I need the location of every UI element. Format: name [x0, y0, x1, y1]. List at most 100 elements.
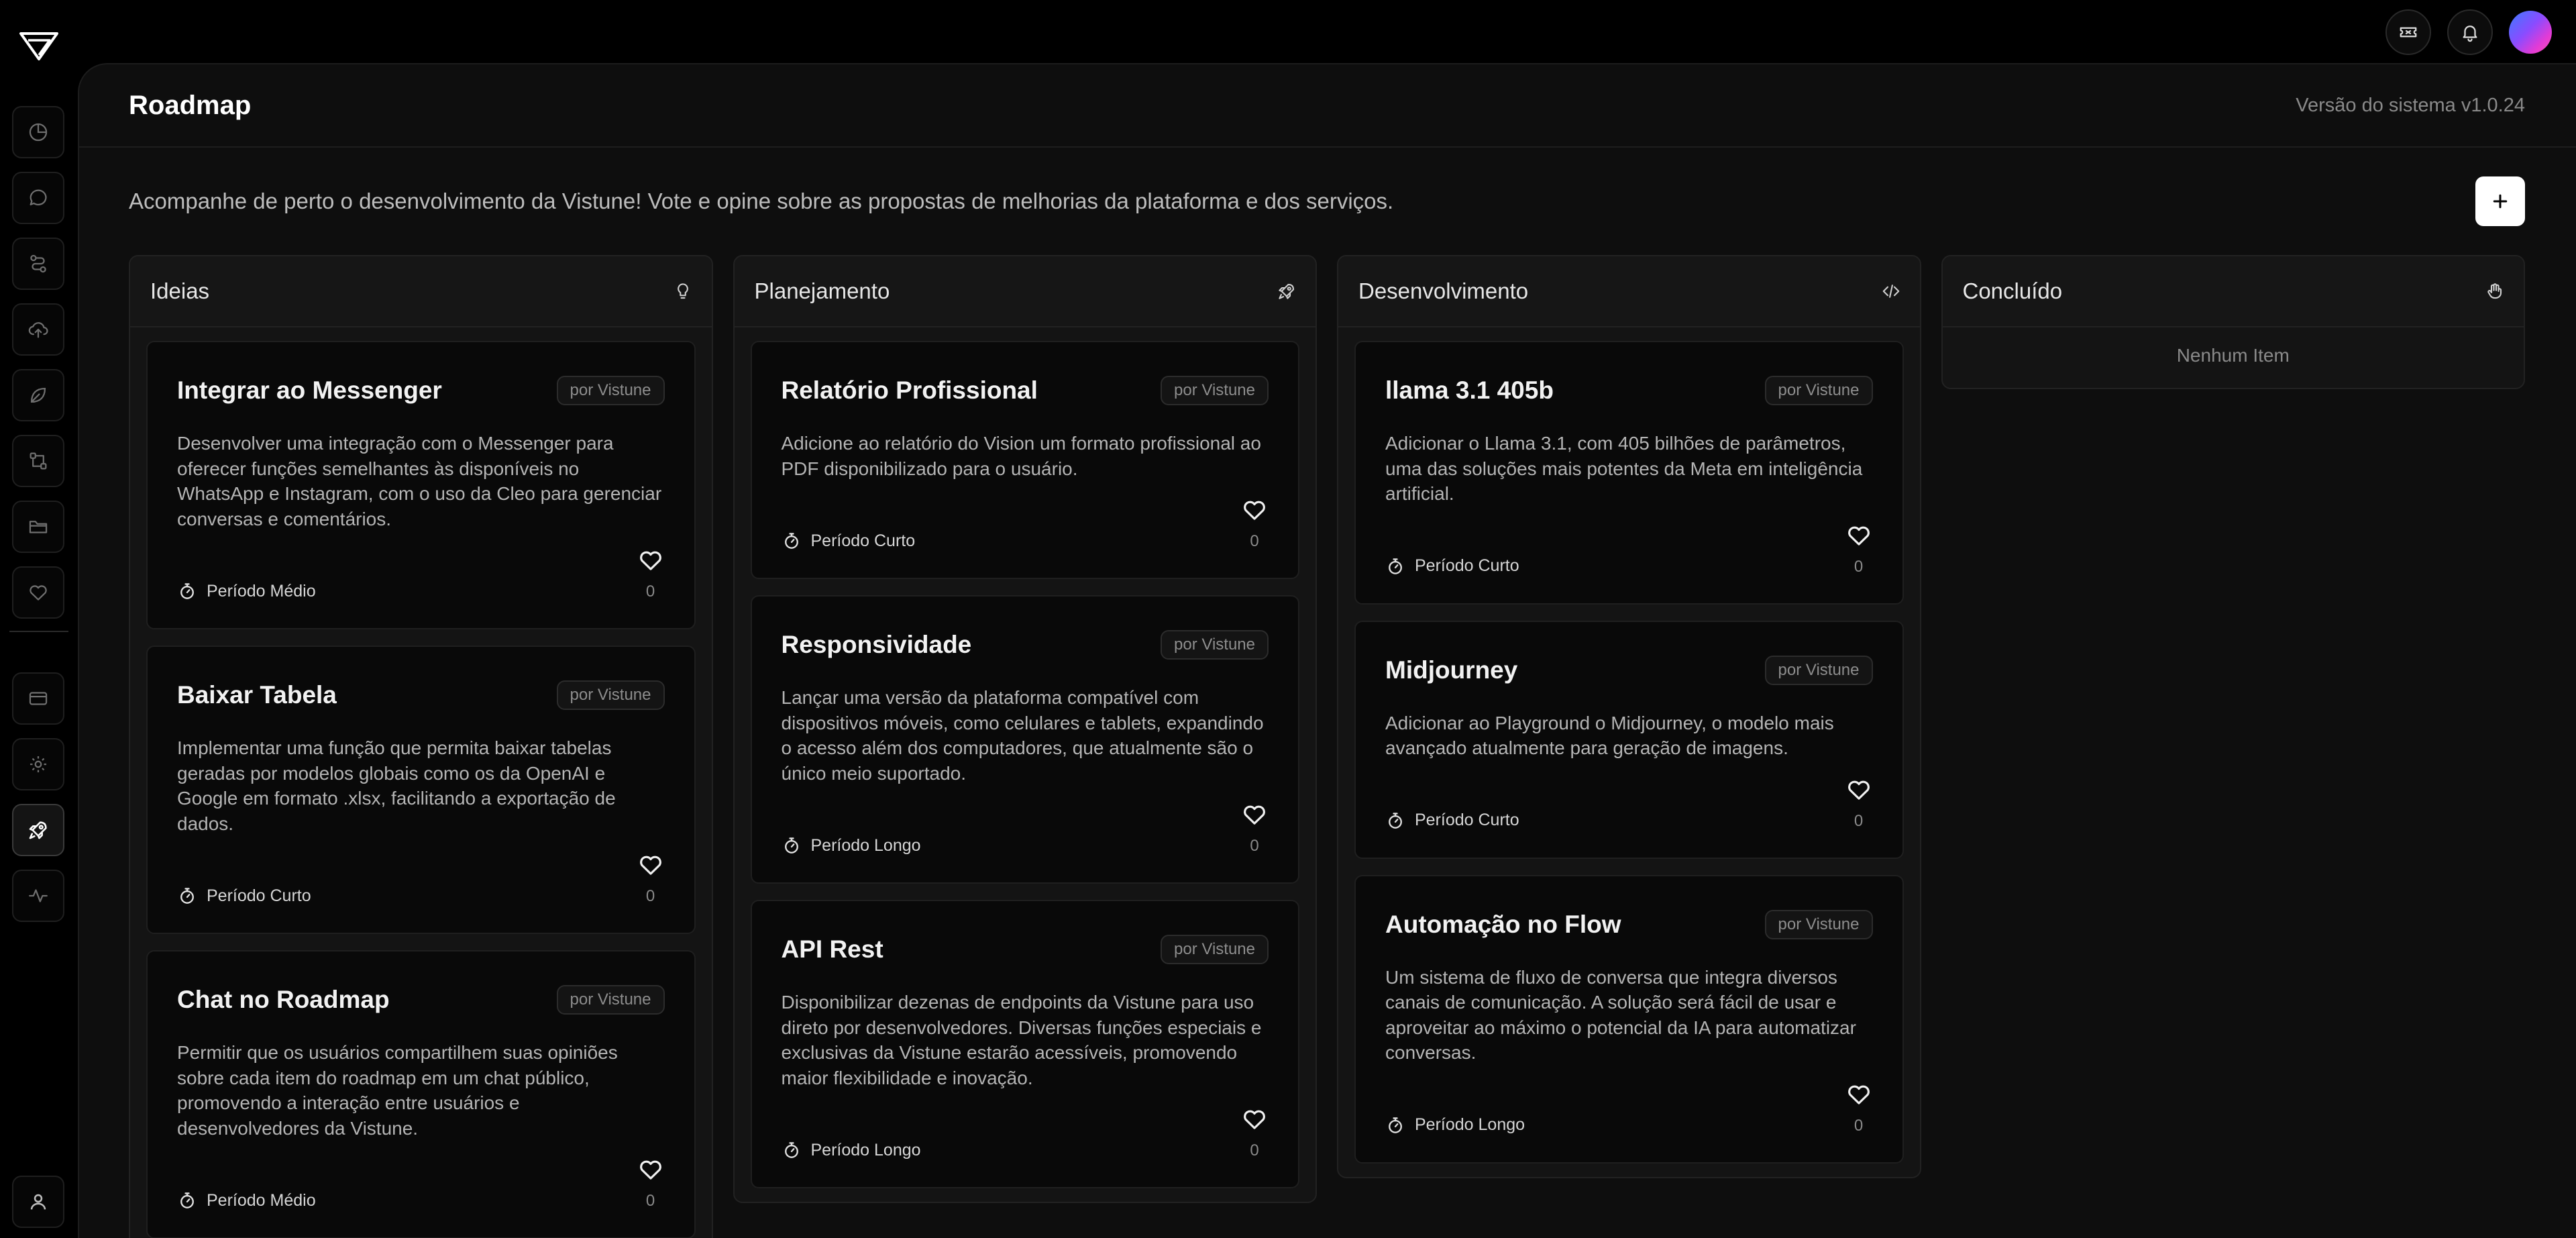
author-badge: por Vistune: [1161, 630, 1269, 660]
sidebar-item-routes[interactable]: [12, 238, 64, 290]
card-title: Baixar Tabela: [177, 681, 337, 709]
sidebar-item-billing[interactable]: [12, 672, 64, 725]
top-bar: [0, 0, 2576, 63]
hand-icon: [2487, 283, 2502, 299]
vote-control: 0: [637, 1155, 665, 1210]
heart-icon[interactable]: [637, 546, 665, 574]
card-period: Período Médio: [177, 1190, 316, 1210]
add-suggestion-button[interactable]: [2475, 176, 2525, 226]
pie-chart-icon: [29, 123, 48, 142]
sidebar-item-activity[interactable]: [12, 870, 64, 922]
user-icon: [30, 1194, 46, 1210]
column-header: Concluído: [1942, 256, 2524, 327]
sidebar-item-favorites[interactable]: [12, 566, 64, 619]
sidebar-item-profile[interactable]: [12, 1176, 64, 1228]
roadmap-card[interactable]: llama 3.1 405b por Vistune Adicionar o L…: [1354, 341, 1904, 605]
column-title: Concluído: [1962, 278, 2063, 303]
credit-card-icon: [29, 692, 48, 705]
sidebar: [0, 63, 78, 1238]
card-description: Lançar uma versão da plataforma compatív…: [781, 687, 1264, 784]
rocket-icon: [29, 821, 47, 839]
timer-icon: [180, 1192, 194, 1208]
roadmap-card[interactable]: Baixar Tabela por Vistune Implementar um…: [146, 646, 696, 934]
roadmap-card[interactable]: Relatório Profissional por Vistune Adici…: [750, 341, 1299, 579]
sidebar-item-upload[interactable]: [12, 303, 64, 356]
sidebar-item-explore[interactable]: [12, 369, 64, 421]
ticket-button[interactable]: [2385, 9, 2431, 55]
column-header: Ideias: [130, 256, 712, 327]
card-description: Implementar uma função que permita baixa…: [177, 737, 616, 834]
roadmap-card[interactable]: Chat no Roadmap por Vistune Permitir que…: [146, 950, 696, 1238]
cloud-upload-icon: [28, 322, 48, 338]
activity-icon: [29, 889, 48, 902]
heart-icon[interactable]: [1845, 776, 1873, 804]
period-label: Período Longo: [1415, 1115, 1525, 1134]
card-period: Período Médio: [177, 581, 316, 601]
card-title: Integrar ao Messenger: [177, 376, 442, 404]
timer-icon: [784, 837, 798, 854]
roadmap-card[interactable]: Automação no Flow por Vistune Um sistema…: [1354, 874, 1904, 1164]
sidebar-item-chat[interactable]: [12, 172, 64, 224]
sidebar-item-settings[interactable]: [12, 738, 64, 790]
card-period: Período Curto: [1385, 811, 1519, 831]
vote-count: 0: [645, 1192, 655, 1210]
card-description: Desenvolver uma integração com o Messeng…: [177, 433, 662, 529]
folder-icon: [29, 521, 48, 533]
flow-icon: [30, 452, 47, 470]
column-ideias: Ideias Integrar ao Messenger por Vistune…: [129, 255, 713, 1238]
sidebar-item-roadmap[interactable]: [12, 804, 64, 856]
timer-icon: [180, 888, 194, 904]
heart-icon[interactable]: [1240, 801, 1269, 829]
vote-control: 0: [1240, 1105, 1269, 1160]
vistune-logo-icon[interactable]: [19, 31, 59, 62]
user-avatar[interactable]: [2509, 11, 2552, 54]
card-title: llama 3.1 405b: [1385, 376, 1554, 404]
heart-icon[interactable]: [1240, 1105, 1269, 1133]
leaf-icon: [30, 387, 46, 403]
plus-icon: [2493, 194, 2508, 209]
timer-icon: [1389, 1117, 1402, 1133]
vote-count: 0: [1250, 1141, 1259, 1159]
lightbulb-icon: [677, 283, 688, 299]
card-period: Período Curto: [177, 886, 311, 906]
sidebar-item-flows[interactable]: [12, 435, 64, 487]
period-label: Período Curto: [810, 531, 916, 550]
roadmap-card[interactable]: API Rest por Vistune Disponibilizar deze…: [750, 900, 1299, 1188]
vote-control: 0: [1845, 521, 1873, 576]
column-body: llama 3.1 405b por Vistune Adicionar o L…: [1338, 327, 1920, 1177]
column-title: Planejamento: [754, 278, 890, 303]
vote-count: 0: [1854, 1116, 1864, 1135]
heart-icon[interactable]: [1845, 1080, 1873, 1108]
roadmap-card[interactable]: Integrar ao Messenger por Vistune Desenv…: [146, 341, 696, 629]
vote-control: 0: [1240, 496, 1269, 551]
timer-icon: [1389, 558, 1402, 574]
vote-count: 0: [645, 887, 655, 905]
roadmap-board: Ideias Integrar ao Messenger por Vistune…: [129, 255, 2525, 1238]
sidebar-item-dashboard[interactable]: [12, 106, 64, 158]
roadmap-card[interactable]: Responsividade por Vistune Lançar uma ve…: [750, 595, 1299, 884]
roadmap-card[interactable]: Midjourney por Vistune Adicionar ao Play…: [1354, 620, 1904, 859]
column-planejamento: Planejamento Relatório Profissional por …: [733, 255, 1317, 1203]
column-body: Relatório Profissional por Vistune Adici…: [735, 327, 1316, 1202]
period-label: Período Curto: [1415, 556, 1519, 575]
heart-icon[interactable]: [637, 1155, 665, 1184]
column-header: Desenvolvimento: [1338, 256, 1920, 327]
sidebar-item-files[interactable]: [12, 501, 64, 553]
page-header: Roadmap Versão do sistema v1.0.24: [79, 64, 2576, 148]
column-body: Integrar ao Messenger por Vistune Desenv…: [130, 327, 712, 1238]
card-description: Um sistema de fluxo de conversa que inte…: [1385, 966, 1856, 1064]
period-label: Período Longo: [810, 835, 921, 855]
bell-icon: [2463, 25, 2477, 42]
gear-icon: [30, 756, 47, 773]
heart-icon[interactable]: [637, 851, 665, 879]
period-label: Período Médio: [207, 1190, 316, 1210]
author-badge: por Vistune: [1764, 376, 1873, 405]
notifications-button[interactable]: [2447, 9, 2493, 55]
author-badge: por Vistune: [1161, 935, 1269, 964]
heart-icon[interactable]: [1845, 521, 1873, 550]
heart-icon[interactable]: [1240, 496, 1269, 524]
card-description: Adicionar o Llama 3.1, com 405 bilhões d…: [1385, 433, 1863, 504]
main-panel: Roadmap Versão do sistema v1.0.24 Acompa…: [78, 63, 2576, 1238]
card-description: Adicione ao relatório do Vision um forma…: [781, 433, 1261, 479]
author-badge: por Vistune: [556, 985, 665, 1015]
